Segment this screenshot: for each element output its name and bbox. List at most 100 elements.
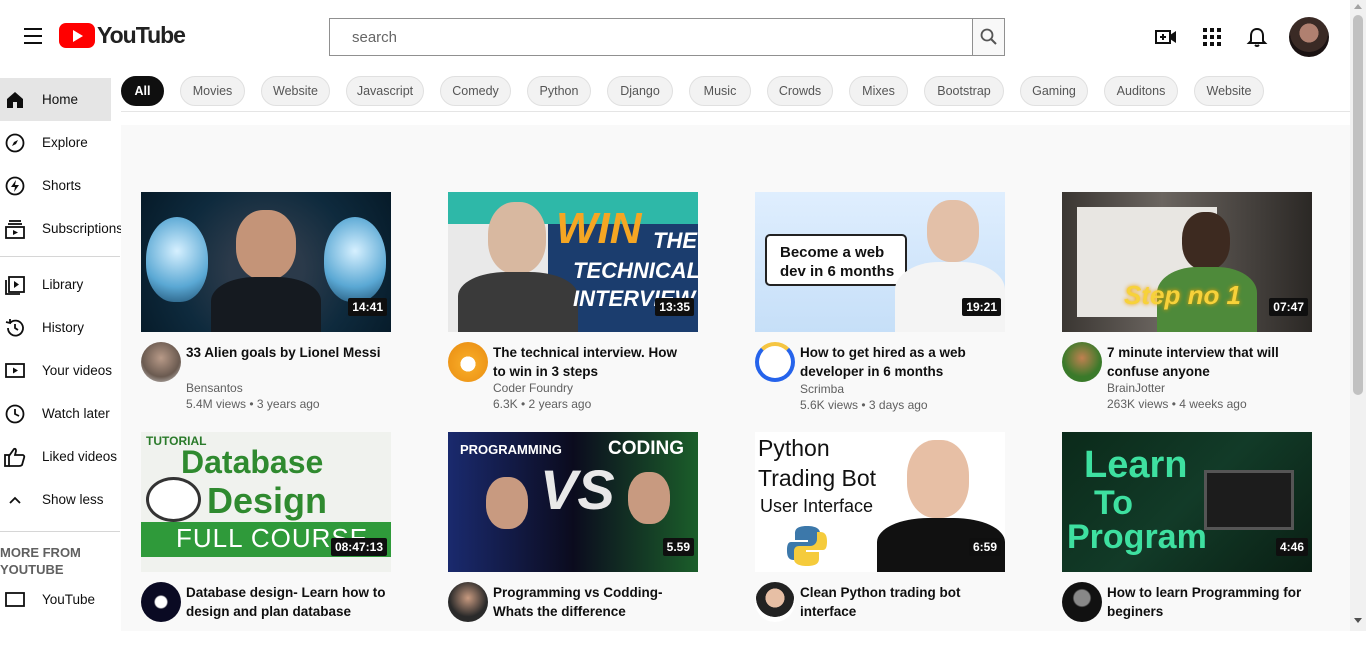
channel-avatar[interactable] (1062, 582, 1102, 622)
home-icon (4, 89, 26, 111)
thumb-text: Learn (1084, 444, 1188, 486)
sidebar-item-explore[interactable]: Explore (0, 121, 120, 164)
video-title[interactable]: Programming vs Codding- Whats the differ… (493, 583, 693, 621)
chip-comedy[interactable]: Comedy (440, 76, 511, 106)
sidebar-divider (0, 256, 120, 257)
video-card[interactable]: 14:41 33 Alien goals by Lionel Messi Ben… (141, 192, 391, 412)
video-card[interactable]: TUTORIAL Database Design FULL COURSE 08:… (141, 432, 391, 652)
sidebar-item-show-less[interactable]: Show less (0, 478, 120, 521)
video-thumbnail[interactable]: 14:41 (141, 192, 391, 332)
video-thumbnail[interactable]: WIN THE TECHNICAL INTERVIEW 13:35 (448, 192, 698, 332)
chip-music[interactable]: Music (689, 76, 751, 106)
video-thumbnail[interactable]: PROGRAMMING CODING VS 5.59 (448, 432, 698, 572)
menu-icon[interactable] (24, 28, 46, 46)
scrollbar-thumb[interactable] (1353, 15, 1363, 395)
channel-avatar[interactable] (755, 582, 795, 622)
search-icon (980, 28, 997, 45)
channel-avatar[interactable] (448, 582, 488, 622)
channel-name[interactable]: BrainJotter (1107, 381, 1165, 395)
create-video-icon[interactable] (1155, 26, 1177, 48)
person-figure (1182, 212, 1230, 270)
page-scrollbar[interactable] (1350, 0, 1366, 631)
top-bar: YouTube (0, 0, 1350, 72)
chip-movies[interactable]: Movies (180, 76, 245, 106)
chip-crowds[interactable]: Crowds (767, 76, 833, 106)
chip-website[interactable]: Website (1194, 76, 1264, 106)
video-thumbnail[interactable]: Python Trading Bot User Interface 6:59 (755, 432, 1005, 572)
search-input[interactable] (329, 18, 972, 56)
video-title[interactable]: 33 Alien goals by Lionel Messi (186, 343, 386, 362)
video-card[interactable]: Python Trading Bot User Interface 6:59 C… (755, 432, 1005, 652)
video-title[interactable]: Clean Python trading bot interface (800, 583, 1000, 621)
sidebar-item-label: History (42, 320, 85, 335)
channel-avatar[interactable] (755, 342, 795, 382)
sidebar-item-shorts[interactable]: Shorts (0, 164, 120, 207)
thumb-text: TECHNICAL (573, 258, 698, 283)
chip-website[interactable]: Website (261, 76, 330, 106)
chip-all[interactable]: All (121, 76, 164, 106)
chip-bootstrap[interactable]: Bootstrap (924, 76, 1004, 106)
video-duration: 5.59 (662, 538, 694, 556)
sidebar-item-history[interactable]: History (0, 306, 120, 349)
chip-python[interactable]: Python (527, 76, 591, 106)
sidebar-item-your-videos[interactable]: Your videos (0, 349, 120, 392)
video-title[interactable]: 7 minute interview that will confuse any… (1107, 343, 1307, 381)
chip-django[interactable]: Django (607, 76, 673, 106)
sidebar-item-label: Your videos (42, 363, 113, 378)
channel-avatar[interactable] (448, 342, 488, 382)
thumb-text: Trading Bot (758, 465, 877, 491)
video-card[interactable]: WIN THE TECHNICAL INTERVIEW 13:35 The te… (448, 192, 698, 412)
video-title[interactable]: Database design- Learn how to design and… (186, 583, 386, 621)
video-duration: 13:35 (655, 298, 694, 316)
chip-mixes[interactable]: Mixes (849, 76, 908, 106)
thumb-text: Program (1067, 518, 1207, 556)
chip-gaming[interactable]: Gaming (1020, 76, 1088, 106)
youtube-logo[interactable]: YouTube (59, 22, 186, 49)
scroll-up-arrow-icon[interactable] (1354, 4, 1362, 9)
scroll-down-arrow-icon[interactable] (1354, 618, 1362, 623)
sidebar-item-watch-later[interactable]: Watch later (0, 392, 120, 435)
search-button[interactable] (972, 18, 1005, 56)
logo-text: YouTube (97, 22, 186, 48)
channel-avatar[interactable] (141, 582, 181, 622)
person-figure (486, 477, 528, 529)
alien-figure (324, 217, 386, 302)
video-card[interactable]: Step no 1 07:47 7 minute interview that … (1062, 192, 1312, 412)
video-thumbnail[interactable]: Learn To Program 4:46 (1062, 432, 1312, 572)
sidebar-item-subscriptions[interactable]: Subscriptions (0, 207, 123, 250)
filter-chips-bar: All Movies Website Javascript Comedy Pyt… (121, 76, 1280, 108)
chip-auditons[interactable]: Auditons (1104, 76, 1178, 106)
chip-javascript[interactable]: Javascript (346, 76, 424, 106)
video-card[interactable]: PROGRAMMING CODING VS 5.59 Programming v… (448, 432, 698, 652)
video-thumbnail[interactable]: Step no 1 07:47 (1062, 192, 1312, 332)
channel-avatar[interactable] (1062, 342, 1102, 382)
youtube-play-icon (59, 23, 95, 48)
user-avatar[interactable] (1289, 17, 1329, 57)
sidebar-item-label: Shorts (42, 178, 82, 193)
laptop-icon (1204, 470, 1294, 530)
video-title[interactable]: How to learn Programming for beginers (1107, 583, 1307, 621)
video-title[interactable]: The technical interview. How to win in 3… (493, 343, 693, 381)
thumb-text: Design (207, 480, 328, 521)
video-card[interactable]: Become a web dev in 6 months 19:21 How t… (755, 192, 1005, 412)
channel-name[interactable]: Coder Foundry (493, 381, 573, 395)
channel-avatar[interactable] (141, 342, 181, 382)
channel-name[interactable]: Scrimba (800, 382, 844, 396)
notifications-bell-icon[interactable] (1246, 26, 1268, 48)
channel-name[interactable]: Bensantos (186, 381, 243, 395)
sidebar-item-library[interactable]: Library (0, 263, 120, 306)
person-figure (488, 202, 546, 274)
video-thumbnail[interactable]: TUTORIAL Database Design FULL COURSE 08:… (141, 432, 391, 572)
sidebar-item-home[interactable]: Home (0, 78, 111, 121)
person-figure (628, 472, 670, 524)
sidebar-item-youtube[interactable]: YouTube (0, 584, 120, 614)
apps-grid-icon[interactable] (1201, 26, 1223, 48)
thumb-text: WIN (556, 204, 642, 253)
chevron-up-icon (4, 489, 26, 511)
video-card[interactable]: Learn To Program 4:46 How to learn Progr… (1062, 432, 1312, 652)
video-title[interactable]: How to get hired as a web developer in 6… (800, 343, 1000, 381)
sidebar-item-liked-videos[interactable]: Liked videos (0, 435, 120, 478)
thumb-text: Python (758, 435, 830, 461)
sidebar-item-label: Show less (42, 492, 104, 507)
video-thumbnail[interactable]: Become a web dev in 6 months 19:21 (755, 192, 1005, 332)
